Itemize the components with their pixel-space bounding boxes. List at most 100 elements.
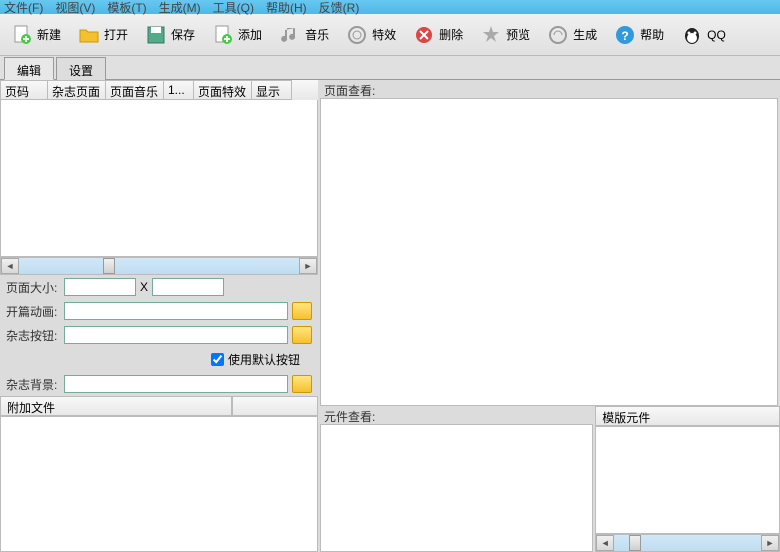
template-body[interactable] <box>595 426 780 534</box>
page-size-row: 页面大小: X <box>0 275 318 299</box>
template-scroll-left-icon[interactable]: ◄ <box>596 535 614 551</box>
template-scroll-thumb[interactable] <box>629 535 641 551</box>
attach-panel: 附加文件 <box>0 396 318 552</box>
help-icon: ? <box>613 23 637 47</box>
page-grid-body[interactable] <box>0 100 318 257</box>
open-label: 打开 <box>104 26 128 43</box>
generate-button[interactable]: 生成 <box>542 21 601 49</box>
menu-feedback[interactable]: 反馈(R) <box>319 0 360 16</box>
delete-icon <box>412 23 436 47</box>
save-label: 保存 <box>171 26 195 43</box>
col-mag-page[interactable]: 杂志页面 <box>48 80 106 100</box>
open-anim-label: 开篇动画: <box>6 303 60 320</box>
template-scroll-right-icon[interactable]: ► <box>761 535 779 551</box>
music-icon <box>278 23 302 47</box>
generate-label: 生成 <box>573 26 597 43</box>
toolbar: 新建 打开 保存 添加 音乐 特效 删除 预览 生成 ? 帮助 QQ <box>0 14 780 56</box>
effect-label: 特效 <box>372 26 396 43</box>
menu-view[interactable]: 视图(V) <box>55 0 95 16</box>
left-column: 页码 杂志页面 页面音乐 1... 页面特效 显示 ◄ ► 页面大小: X 开篇… <box>0 80 318 552</box>
add-label: 添加 <box>238 26 262 43</box>
svg-text:?: ? <box>621 29 628 43</box>
mag-button-browse-button[interactable] <box>292 326 312 344</box>
default-btn-label: 使用默认按钮 <box>228 351 300 368</box>
page-height-input[interactable] <box>152 278 224 296</box>
template-panel: 模版元件 ◄ ► <box>595 406 780 552</box>
element-viewer-panel: 元件查看: <box>318 406 595 552</box>
mag-button-row: 杂志按钮: <box>0 323 318 347</box>
template-title-col[interactable]: 模版元件 <box>595 406 780 426</box>
add-icon <box>211 23 235 47</box>
preview-button[interactable]: 预览 <box>475 21 534 49</box>
col-one[interactable]: 1... <box>164 80 194 100</box>
page-width-input[interactable] <box>64 278 136 296</box>
tab-edit[interactable]: 编辑 <box>4 57 54 80</box>
open-icon <box>77 23 101 47</box>
qq-button[interactable]: QQ <box>676 21 730 49</box>
col-page-effect[interactable]: 页面特效 <box>194 80 252 100</box>
col-display[interactable]: 显示 <box>252 80 292 100</box>
mag-bg-input[interactable] <box>64 375 288 393</box>
right-column: 页面查看: 元件查看: 模版元件 ◄ ► <box>318 80 780 552</box>
qq-icon <box>680 23 704 47</box>
music-button[interactable]: 音乐 <box>274 21 333 49</box>
attach-body[interactable] <box>0 416 318 552</box>
help-button[interactable]: ? 帮助 <box>609 21 668 49</box>
effect-icon <box>345 23 369 47</box>
template-header: 模版元件 <box>595 406 780 426</box>
col-page-music[interactable]: 页面音乐 <box>106 80 164 100</box>
element-viewer-label: 元件查看: <box>318 406 595 424</box>
scroll-right-icon[interactable]: ► <box>299 258 317 274</box>
scroll-left-icon[interactable]: ◄ <box>1 258 19 274</box>
menu-help[interactable]: 帮助(H) <box>266 0 307 16</box>
mag-bg-browse-button[interactable] <box>292 375 312 393</box>
template-scroll-track[interactable] <box>614 535 761 551</box>
save-button[interactable]: 保存 <box>140 21 199 49</box>
help-label: 帮助 <box>640 26 664 43</box>
preview-label: 预览 <box>506 26 530 43</box>
mag-button-label: 杂志按钮: <box>6 327 60 344</box>
preview-icon <box>479 23 503 47</box>
new-button[interactable]: 新建 <box>6 21 65 49</box>
open-anim-row: 开篇动画: <box>0 299 318 323</box>
qq-label: QQ <box>707 28 726 42</box>
bottom-panels: 元件查看: 模版元件 ◄ ► <box>318 406 780 552</box>
menu-generate[interactable]: 生成(M) <box>159 0 201 16</box>
page-grid-header: 页码 杂志页面 页面音乐 1... 页面特效 显示 <box>0 80 318 100</box>
page-size-label: 页面大小: <box>6 279 60 296</box>
new-label: 新建 <box>37 26 61 43</box>
menu-template[interactable]: 模板(T) <box>107 0 146 16</box>
generate-icon <box>546 23 570 47</box>
default-btn-checkbox[interactable] <box>211 353 224 366</box>
col-page-num[interactable]: 页码 <box>0 80 48 100</box>
attach-header: 附加文件 <box>0 396 318 416</box>
open-button[interactable]: 打开 <box>73 21 132 49</box>
page-viewer-body[interactable] <box>320 98 778 406</box>
tab-settings[interactable]: 设置 <box>56 57 106 80</box>
content-area: 页码 杂志页面 页面音乐 1... 页面特效 显示 ◄ ► 页面大小: X 开篇… <box>0 80 780 552</box>
menu-file[interactable]: 文件(F) <box>4 0 43 16</box>
x-label: X <box>140 280 148 294</box>
menu-tools[interactable]: 工具(Q) <box>213 0 254 16</box>
open-anim-browse-button[interactable] <box>292 302 312 320</box>
page-viewer-label: 页面查看: <box>318 80 780 98</box>
menu-bar: 文件(F) 视图(V) 模板(T) 生成(M) 工具(Q) 帮助(H) 反馈(R… <box>0 0 780 14</box>
attach-title-col[interactable]: 附加文件 <box>0 396 232 416</box>
element-viewer-body[interactable] <box>320 424 593 552</box>
scroll-track[interactable] <box>19 258 299 274</box>
mag-bg-label: 杂志背景: <box>6 376 60 393</box>
add-button[interactable]: 添加 <box>207 21 266 49</box>
attach-col2[interactable] <box>232 396 319 416</box>
music-label: 音乐 <box>305 26 329 43</box>
tab-bar: 编辑 设置 <box>0 56 780 80</box>
page-grid-hscroll[interactable]: ◄ ► <box>0 257 318 275</box>
mag-bg-row: 杂志背景: <box>0 372 318 396</box>
template-hscroll[interactable]: ◄ ► <box>595 534 780 552</box>
open-anim-input[interactable] <box>64 302 288 320</box>
delete-button[interactable]: 删除 <box>408 21 467 49</box>
scroll-thumb[interactable] <box>103 258 115 274</box>
mag-button-input[interactable] <box>64 326 288 344</box>
delete-label: 删除 <box>439 26 463 43</box>
effect-button[interactable]: 特效 <box>341 21 400 49</box>
save-icon <box>144 23 168 47</box>
